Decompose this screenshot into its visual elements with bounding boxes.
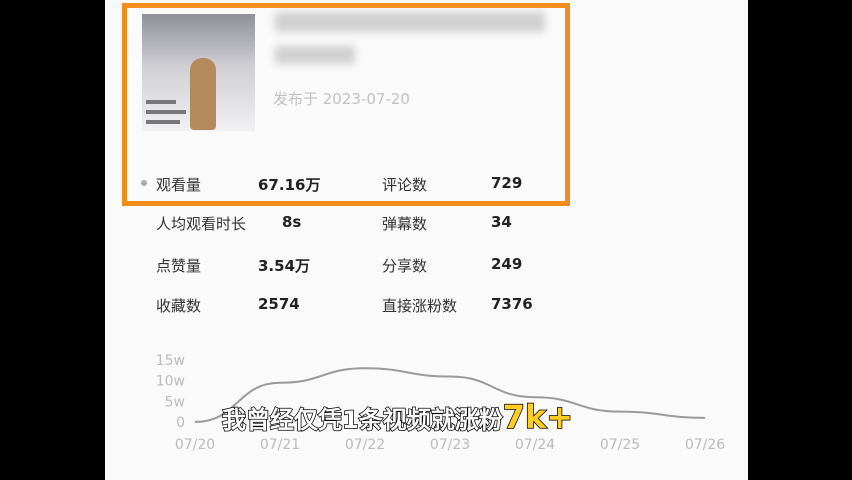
x-tick-label: 07/23 xyxy=(430,437,470,453)
x-tick-label: 07/22 xyxy=(345,437,385,453)
avg-watch-label: 人均观看时长 xyxy=(156,215,247,233)
subtitle-text: 我曾经仅凭1条视频就涨粉 xyxy=(221,405,503,435)
danmaku-value: 34 xyxy=(491,213,512,231)
favorites-label: 收藏数 xyxy=(156,297,202,315)
x-tick-label: 07/21 xyxy=(260,437,300,453)
likes-value: 3.54万 xyxy=(258,257,311,275)
shares-label: 分享数 xyxy=(382,257,428,275)
x-tick-label: 07/26 xyxy=(685,437,725,453)
y-tick-label: 10w xyxy=(156,374,185,390)
x-tick-label: 07/25 xyxy=(600,437,640,453)
danmaku-label: 弹幕数 xyxy=(382,215,428,233)
new-followers-value: 7376 xyxy=(491,295,533,313)
x-axis-ticks: 07/20 07/21 07/22 07/23 07/24 07/25 07/26 xyxy=(175,437,725,453)
y-tick-label: 5w xyxy=(165,394,185,410)
y-tick-label: 15w xyxy=(156,353,185,369)
subtitle-highlight: 7k+ xyxy=(502,397,574,437)
avg-watch-value: 8s xyxy=(282,213,302,231)
y-tick-label: 0 xyxy=(176,415,185,431)
new-followers-label: 直接涨粉数 xyxy=(382,297,458,315)
x-tick-label: 07/20 xyxy=(175,437,215,453)
likes-label: 点赞量 xyxy=(156,257,202,275)
x-tick-label: 07/24 xyxy=(515,437,555,453)
favorites-value: 2574 xyxy=(258,295,300,313)
shares-value: 249 xyxy=(491,255,523,273)
highlight-frame xyxy=(122,3,570,206)
y-axis-ticks: 15w 10w 5w 0 xyxy=(156,353,185,431)
subtitle-caption: 我曾经仅凭1条视频就涨粉7k+ xyxy=(221,397,574,437)
